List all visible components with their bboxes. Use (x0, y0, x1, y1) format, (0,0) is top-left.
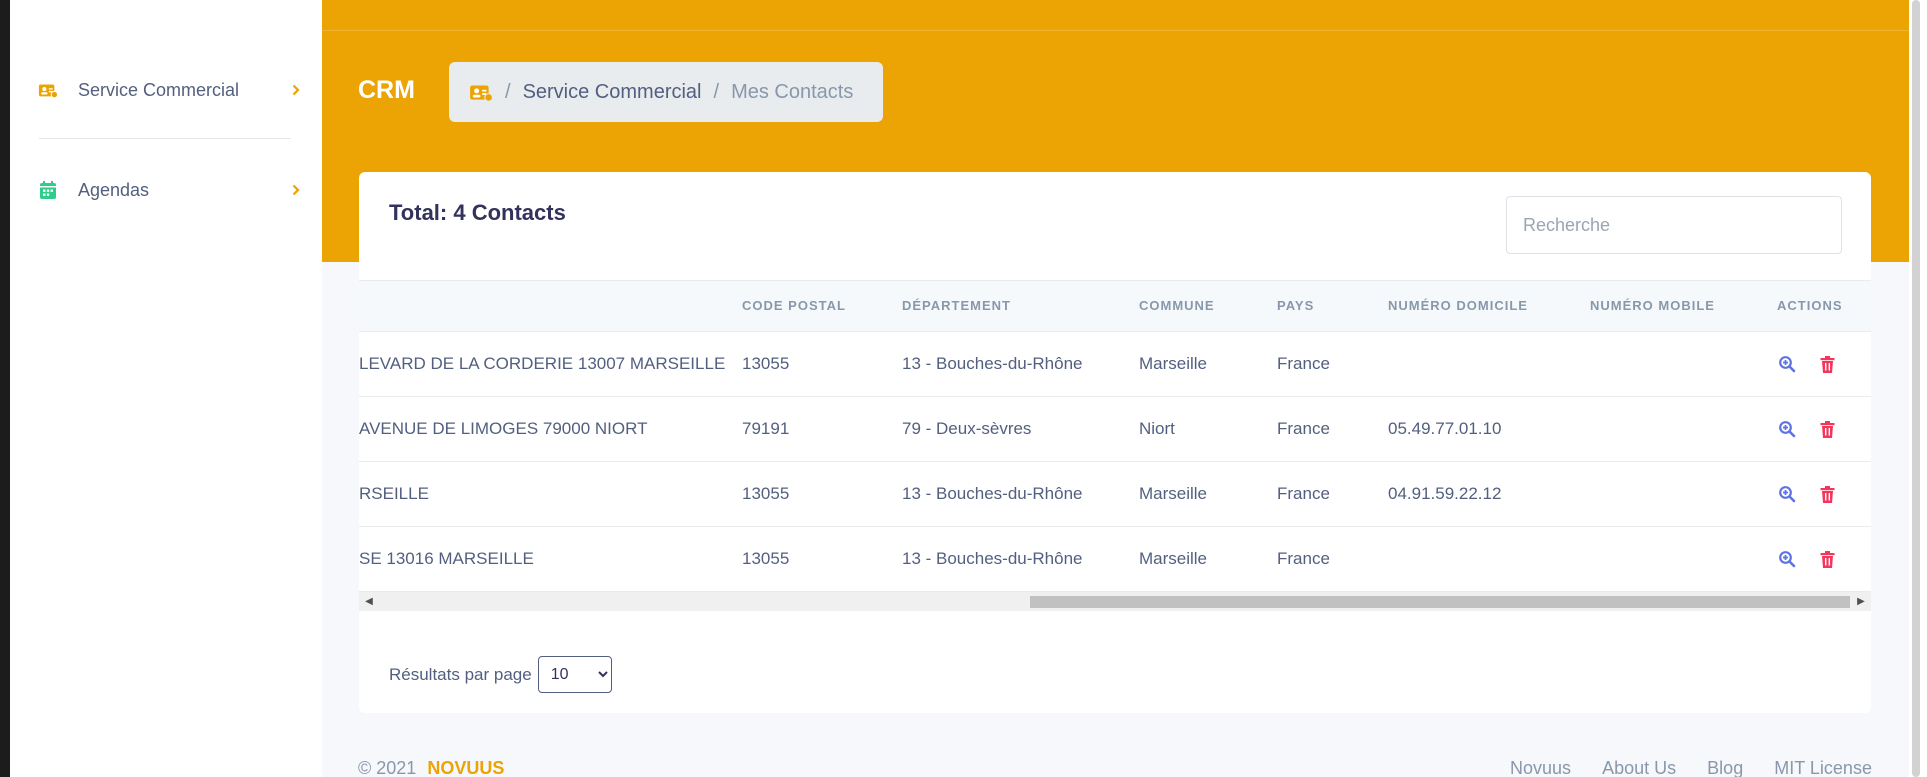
cell-code-postal: 13055 (742, 549, 790, 568)
cell-commune: Marseille (1139, 484, 1208, 503)
cell-code-postal: 13055 (742, 484, 790, 503)
calendar-icon (38, 180, 58, 200)
view-contact-icon[interactable] (1777, 549, 1797, 569)
table-row[interactable]: RSEILLE 13055 13 - Bouches-du-Rhône Mars… (359, 462, 1871, 527)
footer-copyright: © 2021 NOVUUS (358, 758, 504, 777)
table-row[interactable]: AVENUE DE LIMOGES 79000 NIORT 79191 79 -… (359, 397, 1871, 462)
sidebar-item-agendas[interactable]: Agendas (38, 170, 302, 210)
scroll-left-arrow-icon[interactable]: ◀ (361, 592, 377, 611)
sidebar-divider (39, 138, 291, 139)
cell-pays: France (1277, 484, 1330, 503)
view-contact-icon[interactable] (1777, 419, 1797, 439)
column-header-numero-domicile[interactable]: NUMÉRO DOMICILE (1388, 298, 1528, 313)
delete-contact-icon[interactable] (1817, 549, 1837, 569)
table-row[interactable]: LEVARD DE LA CORDERIE 13007 MARSEILLE 13… (359, 332, 1871, 397)
footer-link-about-us[interactable]: About Us (1602, 758, 1676, 777)
cell-code-postal: 79191 (742, 419, 790, 438)
footer-links: Novuus About Us Blog MIT License (1510, 758, 1872, 777)
cell-numero-domicile: 05.49.77.01.10 (1388, 419, 1502, 438)
sidebar-item-service-commercial[interactable]: Service Commercial (38, 70, 302, 110)
cell-address: SE 13016 MARSEILLE (359, 549, 534, 568)
table-row[interactable]: SE 13016 MARSEILLE 13055 13 - Bouches-du… (359, 527, 1871, 592)
breadcrumb-separator: / (713, 80, 720, 103)
cell-address: RSEILLE (359, 484, 429, 503)
sidebar: Service Commercial Agendas (10, 0, 322, 777)
page-title: CRM (358, 76, 415, 104)
cell-departement: 13 - Bouches-du-Rhône (902, 549, 1083, 568)
sidebar-item-label: Agendas (78, 179, 150, 200)
chevron-right-icon (290, 84, 302, 96)
column-header-actions: ACTIONS (1777, 298, 1843, 313)
delete-contact-icon[interactable] (1817, 484, 1837, 504)
cell-departement: 79 - Deux-sèvres (902, 419, 1032, 438)
view-contact-icon[interactable] (1777, 354, 1797, 374)
cell-pays: France (1277, 354, 1330, 373)
page-scrollbar[interactable] (1909, 0, 1927, 777)
table-header: CODE POSTAL DÉPARTEMENT COMMUNE PAYS NUM… (359, 280, 1871, 332)
column-header-commune[interactable]: COMMUNE (1139, 298, 1215, 313)
cell-commune: Marseille (1139, 549, 1208, 568)
footer-link-novuus[interactable]: Novuus (1510, 758, 1571, 777)
column-header-pays[interactable]: PAYS (1277, 298, 1314, 313)
breadcrumb-link-service-commercial[interactable]: Service Commercial (523, 81, 702, 104)
results-per-page-label: Résultats par page (389, 664, 532, 684)
cell-pays: France (1277, 419, 1330, 438)
table-horizontal-scrollbar[interactable]: ◀ ▶ (359, 592, 1871, 611)
contacts-card: Total: 4 Contacts CODE POSTAL DÉPARTEMEN… (359, 172, 1871, 713)
contact-card-icon (38, 80, 58, 100)
cell-commune: Niort (1139, 419, 1175, 438)
scroll-right-arrow-icon[interactable]: ▶ (1853, 592, 1869, 611)
breadcrumb-separator: / (505, 80, 511, 103)
cell-departement: 13 - Bouches-du-Rhône (902, 354, 1083, 373)
window-edge (0, 0, 10, 777)
breadcrumb: / Service Commercial / Mes Contacts (449, 62, 883, 122)
delete-contact-icon[interactable] (1817, 419, 1837, 439)
contacts-total: Total: 4 Contacts (389, 200, 566, 225)
navbar-divider (322, 30, 1909, 31)
footer-brand-link[interactable]: NOVUUS (427, 758, 504, 777)
results-per-page-select[interactable]: 10 (537, 656, 612, 693)
chevron-right-icon (290, 184, 302, 196)
search-input[interactable] (1506, 196, 1842, 254)
cell-address: LEVARD DE LA CORDERIE 13007 MARSEILLE (359, 354, 726, 373)
footer-link-mit-license[interactable]: MIT License (1774, 758, 1872, 777)
breadcrumb-current: Mes Contacts (731, 80, 854, 103)
cell-numero-domicile: 04.91.59.22.12 (1388, 484, 1502, 503)
contact-card-icon[interactable] (469, 82, 493, 102)
cell-address: AVENUE DE LIMOGES 79000 NIORT (359, 419, 648, 438)
cell-code-postal: 13055 (742, 354, 790, 373)
footer-link-blog[interactable]: Blog (1707, 758, 1743, 777)
results-per-page: Résultats par page 10 (389, 656, 612, 693)
view-contact-icon[interactable] (1777, 484, 1797, 504)
copyright-text: © 2021 (358, 758, 417, 777)
cell-departement: 13 - Bouches-du-Rhône (902, 484, 1083, 503)
sidebar-item-label: Service Commercial (78, 79, 240, 100)
column-header-departement[interactable]: DÉPARTEMENT (902, 298, 1011, 313)
column-header-code-postal[interactable]: CODE POSTAL (742, 298, 846, 313)
cell-pays: France (1277, 549, 1330, 568)
column-header-numero-mobile[interactable]: NUMÉRO MOBILE (1590, 298, 1715, 313)
cell-commune: Marseille (1139, 354, 1208, 373)
delete-contact-icon[interactable] (1817, 354, 1837, 374)
scrollbar-thumb[interactable] (1030, 596, 1850, 608)
